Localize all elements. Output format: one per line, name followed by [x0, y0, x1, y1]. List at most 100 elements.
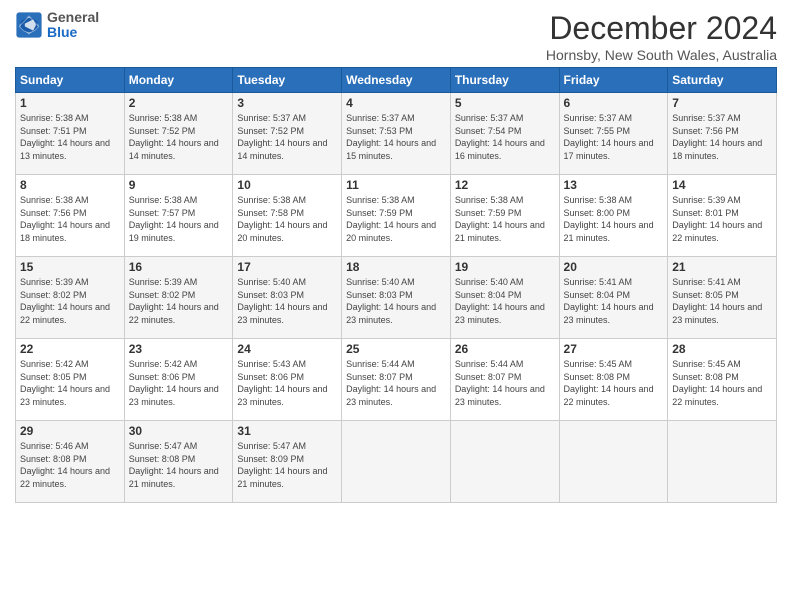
- day-detail: Sunrise: 5:40 AMSunset: 8:04 PMDaylight:…: [455, 276, 555, 326]
- calendar-cell: 17Sunrise: 5:40 AMSunset: 8:03 PMDayligh…: [233, 257, 342, 339]
- header-day-tuesday: Tuesday: [233, 68, 342, 93]
- day-number: 3: [237, 96, 337, 110]
- day-detail: Sunrise: 5:42 AMSunset: 8:06 PMDaylight:…: [129, 358, 229, 408]
- calendar-cell: 22Sunrise: 5:42 AMSunset: 8:05 PMDayligh…: [16, 339, 125, 421]
- calendar-week-1: 1 Sunrise: 5:38 AMSunset: 7:51 PMDaylight…: [16, 93, 777, 175]
- day-number: 13: [564, 178, 664, 192]
- header: General Blue December 2024 Hornsby, New …: [15, 10, 777, 63]
- day-number: 11: [346, 178, 446, 192]
- calendar-cell: 18Sunrise: 5:40 AMSunset: 8:03 PMDayligh…: [342, 257, 451, 339]
- day-number: 26: [455, 342, 555, 356]
- calendar-cell: 11Sunrise: 5:38 AMSunset: 7:59 PMDayligh…: [342, 175, 451, 257]
- calendar-cell: 13 Sunrise: 5:38 AMSunset: 8:00 PMDayligh…: [559, 175, 668, 257]
- day-number: 19: [455, 260, 555, 274]
- day-number: 21: [672, 260, 772, 274]
- calendar-subtitle: Hornsby, New South Wales, Australia: [546, 47, 777, 63]
- calendar-cell: 29 Sunrise: 5:46 AMSunset: 8:08 PMDayligh…: [16, 421, 125, 503]
- header-day-sunday: Sunday: [16, 68, 125, 93]
- day-number: 30: [129, 424, 229, 438]
- header-row: SundayMondayTuesdayWednesdayThursdayFrid…: [16, 68, 777, 93]
- day-number: 10: [237, 178, 337, 192]
- day-detail: Sunrise: 5:44 AMSunset: 8:07 PMDaylight:…: [346, 358, 446, 408]
- calendar-cell: 10 Sunrise: 5:38 AMSunset: 7:58 PMDayligh…: [233, 175, 342, 257]
- day-number: 1: [20, 96, 120, 110]
- calendar-cell: 27 Sunrise: 5:45 AMSunset: 8:08 PMDayligh…: [559, 339, 668, 421]
- calendar-cell: 1 Sunrise: 5:38 AMSunset: 7:51 PMDaylight…: [16, 93, 125, 175]
- day-number: 22: [20, 342, 120, 356]
- logo-icon: [15, 11, 43, 39]
- day-detail: Sunrise: 5:45 AMSunset: 8:08 PMDaylight:…: [672, 358, 772, 408]
- day-number: 16: [129, 260, 229, 274]
- calendar-cell: 26 Sunrise: 5:44 AMSunset: 8:07 PMDayligh…: [450, 339, 559, 421]
- calendar-cell: 14 Sunrise: 5:39 AMSunset: 8:01 PMDayligh…: [668, 175, 777, 257]
- day-detail: Sunrise: 5:38 AMSunset: 7:56 PMDaylight:…: [20, 194, 120, 244]
- day-detail: Sunrise: 5:38 AMSunset: 7:51 PMDaylight:…: [20, 112, 120, 162]
- calendar-cell: 7 Sunrise: 5:37 AMSunset: 7:56 PMDaylight…: [668, 93, 777, 175]
- calendar-cell: 9 Sunrise: 5:38 AMSunset: 7:57 PMDaylight…: [124, 175, 233, 257]
- calendar-cell: 3 Sunrise: 5:37 AMSunset: 7:52 PMDaylight…: [233, 93, 342, 175]
- header-day-friday: Friday: [559, 68, 668, 93]
- calendar-cell: 5 Sunrise: 5:37 AMSunset: 7:54 PMDaylight…: [450, 93, 559, 175]
- day-number: 5: [455, 96, 555, 110]
- calendar-cell: 2Sunrise: 5:38 AMSunset: 7:52 PMDaylight…: [124, 93, 233, 175]
- calendar-cell: 24 Sunrise: 5:43 AMSunset: 8:06 PMDayligh…: [233, 339, 342, 421]
- day-detail: Sunrise: 5:37 AMSunset: 7:55 PMDaylight:…: [564, 112, 664, 162]
- day-detail: Sunrise: 5:44 AMSunset: 8:07 PMDaylight:…: [455, 358, 555, 408]
- day-detail: Sunrise: 5:39 AMSunset: 8:02 PMDaylight:…: [129, 276, 229, 326]
- day-number: 27: [564, 342, 664, 356]
- day-number: 24: [237, 342, 337, 356]
- day-detail: Sunrise: 5:39 AMSunset: 8:01 PMDaylight:…: [672, 194, 772, 244]
- day-detail: Sunrise: 5:39 AMSunset: 8:02 PMDaylight:…: [20, 276, 120, 326]
- day-number: 28: [672, 342, 772, 356]
- day-detail: Sunrise: 5:37 AMSunset: 7:52 PMDaylight:…: [237, 112, 337, 162]
- day-detail: Sunrise: 5:38 AMSunset: 8:00 PMDaylight:…: [564, 194, 664, 244]
- main-container: General Blue December 2024 Hornsby, New …: [0, 0, 792, 513]
- calendar-cell: 21 Sunrise: 5:41 AMSunset: 8:05 PMDayligh…: [668, 257, 777, 339]
- logo-blue: Blue: [47, 25, 99, 40]
- day-number: 4: [346, 96, 446, 110]
- calendar-cell: 15Sunrise: 5:39 AMSunset: 8:02 PMDayligh…: [16, 257, 125, 339]
- day-number: 14: [672, 178, 772, 192]
- logo: General Blue: [15, 10, 99, 41]
- calendar-cell: 12Sunrise: 5:38 AMSunset: 7:59 PMDayligh…: [450, 175, 559, 257]
- day-number: 31: [237, 424, 337, 438]
- day-detail: Sunrise: 5:47 AMSunset: 8:09 PMDaylight:…: [237, 440, 337, 490]
- day-number: 2: [129, 96, 229, 110]
- day-detail: Sunrise: 5:47 AMSunset: 8:08 PMDaylight:…: [129, 440, 229, 490]
- day-number: 9: [129, 178, 229, 192]
- day-number: 20: [564, 260, 664, 274]
- calendar-cell: 8 Sunrise: 5:38 AMSunset: 7:56 PMDaylight…: [16, 175, 125, 257]
- day-detail: Sunrise: 5:40 AMSunset: 8:03 PMDaylight:…: [346, 276, 446, 326]
- calendar-cell: 23Sunrise: 5:42 AMSunset: 8:06 PMDayligh…: [124, 339, 233, 421]
- calendar-cell: [450, 421, 559, 503]
- calendar-cell: [559, 421, 668, 503]
- logo-general: General: [47, 10, 99, 25]
- calendar-cell: 4Sunrise: 5:37 AMSunset: 7:53 PMDaylight…: [342, 93, 451, 175]
- calendar-cell: 19 Sunrise: 5:40 AMSunset: 8:04 PMDayligh…: [450, 257, 559, 339]
- day-number: 8: [20, 178, 120, 192]
- day-detail: Sunrise: 5:38 AMSunset: 7:58 PMDaylight:…: [237, 194, 337, 244]
- calendar-cell: 16 Sunrise: 5:39 AMSunset: 8:02 PMDayligh…: [124, 257, 233, 339]
- day-detail: Sunrise: 5:37 AMSunset: 7:54 PMDaylight:…: [455, 112, 555, 162]
- day-detail: Sunrise: 5:40 AMSunset: 8:03 PMDaylight:…: [237, 276, 337, 326]
- calendar-title: December 2024: [546, 10, 777, 47]
- header-day-thursday: Thursday: [450, 68, 559, 93]
- calendar-table: SundayMondayTuesdayWednesdayThursdayFrid…: [15, 67, 777, 503]
- calendar-cell: 25Sunrise: 5:44 AMSunset: 8:07 PMDayligh…: [342, 339, 451, 421]
- calendar-week-2: 8 Sunrise: 5:38 AMSunset: 7:56 PMDaylight…: [16, 175, 777, 257]
- header-day-monday: Monday: [124, 68, 233, 93]
- day-number: 7: [672, 96, 772, 110]
- header-day-wednesday: Wednesday: [342, 68, 451, 93]
- day-detail: Sunrise: 5:37 AMSunset: 7:56 PMDaylight:…: [672, 112, 772, 162]
- day-detail: Sunrise: 5:43 AMSunset: 8:06 PMDaylight:…: [237, 358, 337, 408]
- calendar-cell: 31 Sunrise: 5:47 AMSunset: 8:09 PMDayligh…: [233, 421, 342, 503]
- day-number: 29: [20, 424, 120, 438]
- calendar-cell: 20Sunrise: 5:41 AMSunset: 8:04 PMDayligh…: [559, 257, 668, 339]
- day-detail: Sunrise: 5:38 AMSunset: 7:57 PMDaylight:…: [129, 194, 229, 244]
- day-detail: Sunrise: 5:41 AMSunset: 8:05 PMDaylight:…: [672, 276, 772, 326]
- calendar-cell: [668, 421, 777, 503]
- day-number: 6: [564, 96, 664, 110]
- day-detail: Sunrise: 5:45 AMSunset: 8:08 PMDaylight:…: [564, 358, 664, 408]
- day-detail: Sunrise: 5:46 AMSunset: 8:08 PMDaylight:…: [20, 440, 120, 490]
- calendar-week-3: 15Sunrise: 5:39 AMSunset: 8:02 PMDayligh…: [16, 257, 777, 339]
